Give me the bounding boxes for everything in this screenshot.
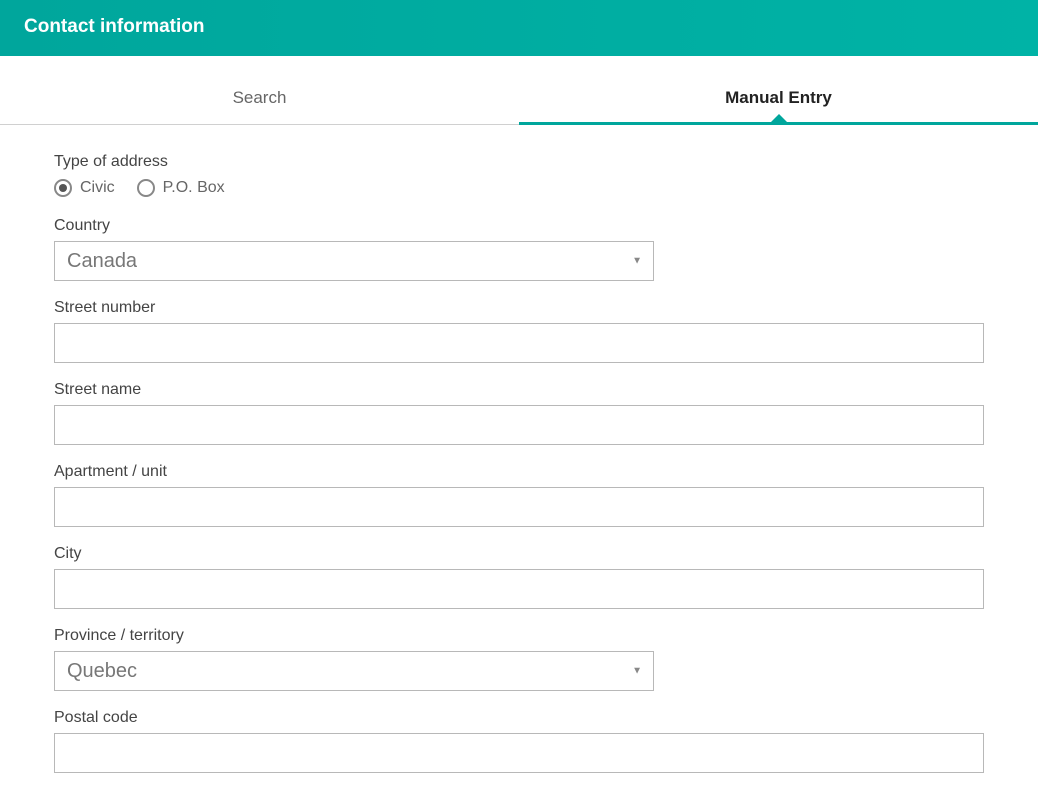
province-label: Province / territory: [54, 627, 984, 645]
radio-selected-icon: [54, 179, 72, 197]
country-select[interactable]: Canada: [54, 241, 654, 281]
tab-manual-entry-label: Manual Entry: [725, 88, 832, 107]
tab-search[interactable]: Search: [0, 76, 519, 125]
tab-manual-entry[interactable]: Manual Entry: [519, 76, 1038, 125]
radio-civic-label: Civic: [80, 179, 115, 197]
street-number-input[interactable]: [54, 323, 984, 363]
city-input[interactable]: [54, 569, 984, 609]
page-title: Contact information: [24, 16, 205, 37]
page-header: Contact information: [0, 0, 1038, 56]
form-content: Type of address Civic P.O. Box Country C…: [0, 125, 1038, 811]
street-number-label: Street number: [54, 299, 984, 317]
city-label: City: [54, 545, 984, 563]
province-select[interactable]: Quebec: [54, 651, 654, 691]
radio-civic[interactable]: Civic: [54, 179, 115, 197]
caret-up-icon: [771, 114, 787, 122]
tabs: Search Manual Entry: [0, 76, 1038, 125]
postal-code-label: Postal code: [54, 709, 984, 727]
radio-unselected-icon: [137, 179, 155, 197]
radio-pobox[interactable]: P.O. Box: [137, 179, 225, 197]
type-of-address-label: Type of address: [54, 153, 984, 171]
country-label: Country: [54, 217, 984, 235]
street-name-input[interactable]: [54, 405, 984, 445]
type-of-address-radio-group: Civic P.O. Box: [54, 179, 984, 197]
apartment-input[interactable]: [54, 487, 984, 527]
street-name-label: Street name: [54, 381, 984, 399]
tab-search-label: Search: [233, 88, 287, 107]
postal-code-input[interactable]: [54, 733, 984, 773]
tab-active-underline: [519, 122, 1038, 125]
province-value: Quebec: [67, 660, 137, 683]
radio-pobox-label: P.O. Box: [163, 179, 225, 197]
apartment-label: Apartment / unit: [54, 463, 984, 481]
country-value: Canada: [67, 250, 137, 273]
